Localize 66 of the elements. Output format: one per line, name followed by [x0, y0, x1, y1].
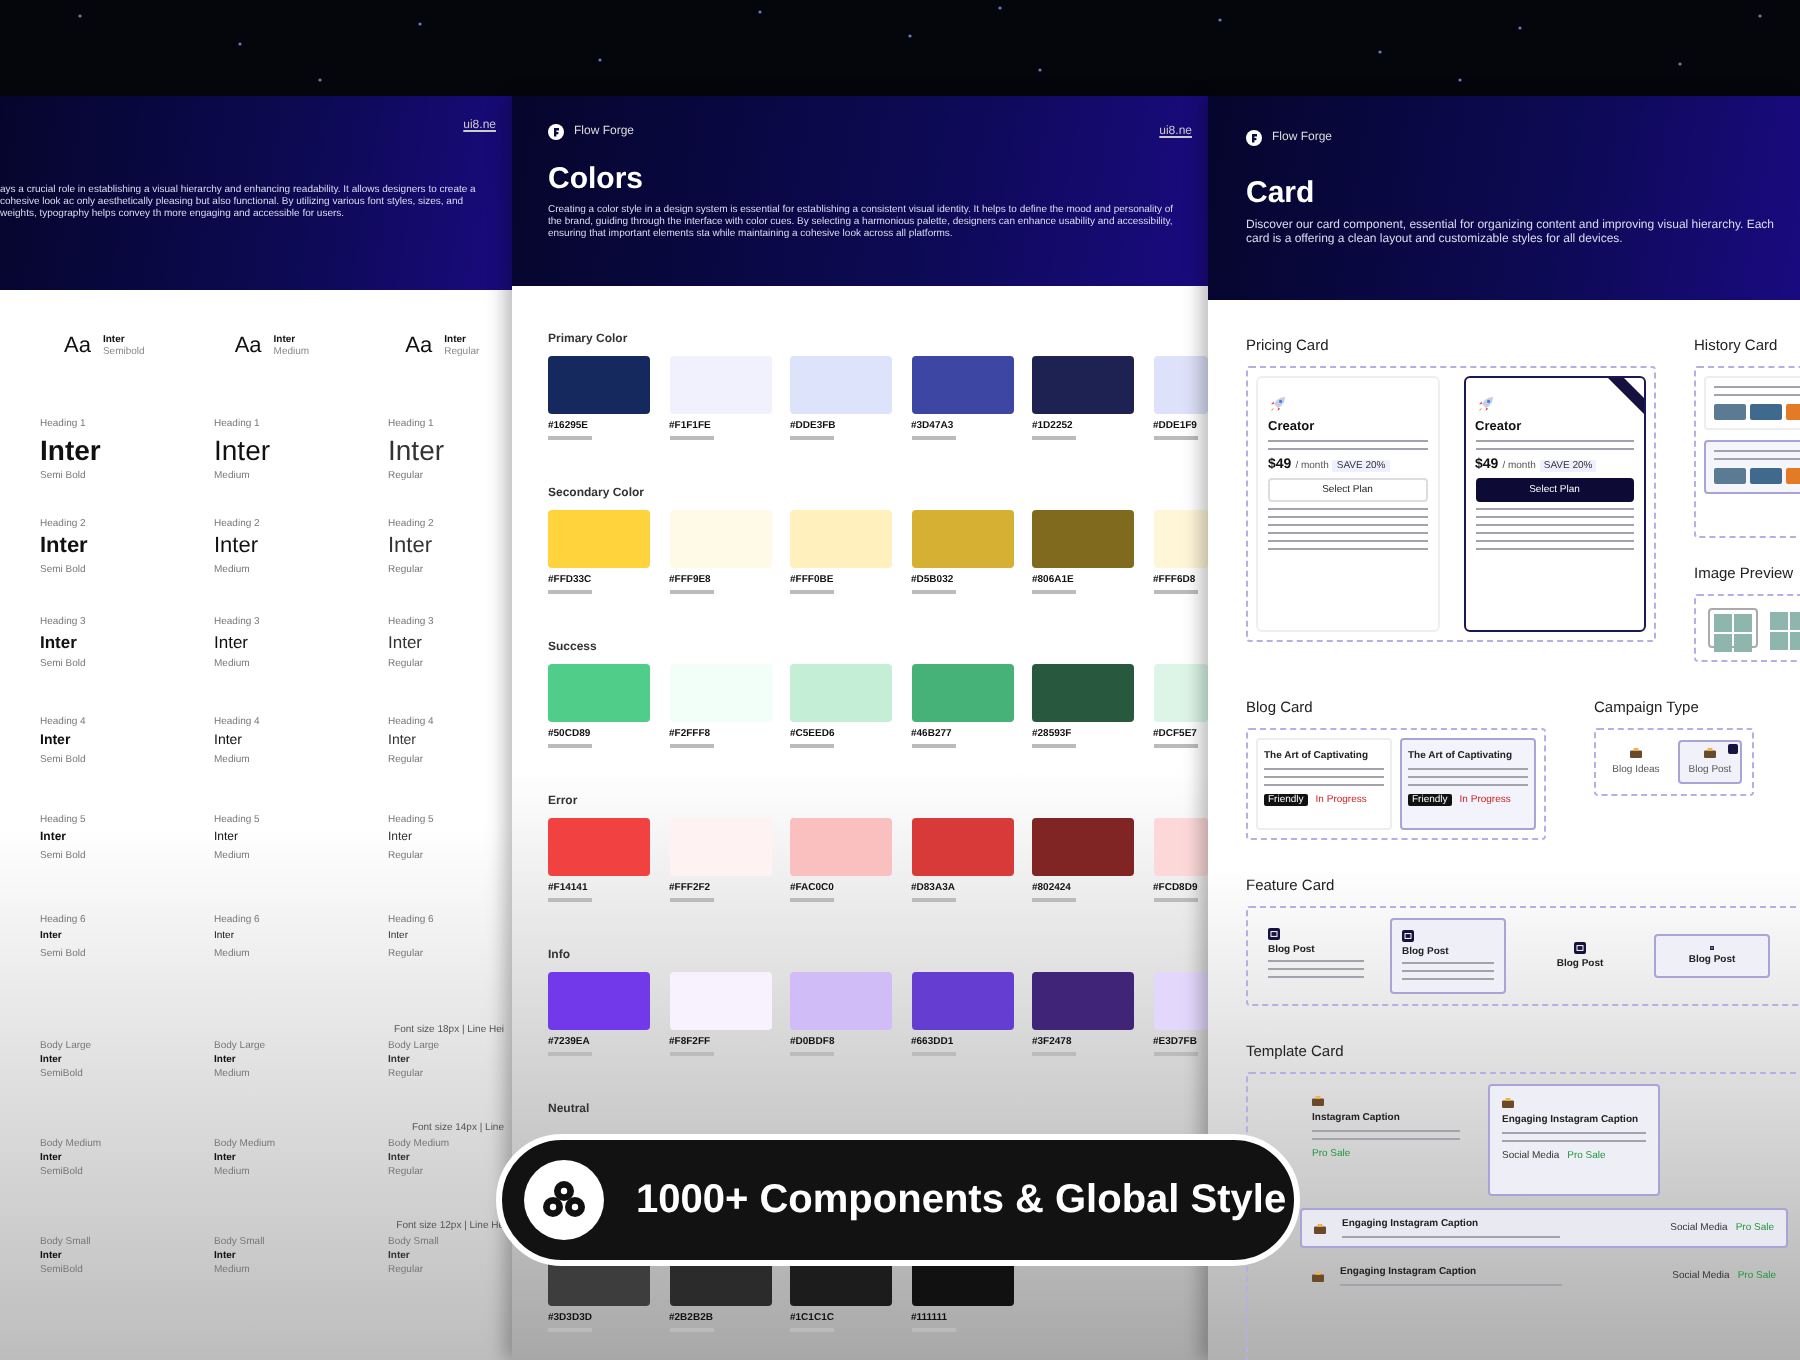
briefcase-icon [1314, 1223, 1326, 1233]
text-placeholder-drawing [1714, 386, 1800, 398]
image-preview-tile[interactable] [1766, 608, 1800, 648]
color-swatch [790, 818, 892, 876]
badge-text: 1000+ Components & Global Style [636, 1177, 1287, 1223]
color-swatch [911, 356, 1013, 414]
rocket-icon [1268, 394, 1288, 414]
briefcase-icon [1630, 748, 1642, 758]
type-sample: Inter [388, 634, 423, 651]
color-swatch [548, 510, 650, 568]
color-swatch [790, 356, 892, 414]
text-placeholder-drawing [1264, 768, 1384, 788]
briefcase-icon [1312, 1096, 1324, 1106]
briefcase-icon [1502, 1098, 1514, 1108]
color-swatch [669, 972, 771, 1030]
rocket-icon [1475, 394, 1495, 414]
document-icon [1402, 930, 1414, 942]
color-swatch [548, 972, 650, 1030]
type-sample: Inter [40, 535, 88, 557]
color-swatch [790, 510, 892, 568]
font-glyph-sample: Aa [64, 334, 91, 358]
type-sample: Inter [214, 634, 249, 651]
color-swatch [1153, 664, 1208, 722]
color-swatch [1153, 356, 1208, 414]
color-swatch [911, 972, 1013, 1030]
color-swatch [1032, 818, 1134, 876]
type-sample: Inter [214, 535, 259, 557]
page-title: Card [1246, 178, 1317, 208]
color-swatch [1153, 818, 1208, 876]
image-thumbnail [1714, 404, 1746, 420]
logo-icon [548, 124, 564, 140]
type-sample: Inter [388, 436, 445, 464]
color-swatch [790, 664, 892, 722]
font-glyph-sample: Aa [405, 334, 433, 358]
document-icon [1574, 942, 1586, 954]
type-sample: Inter [388, 535, 433, 557]
image-thumbnail [1714, 468, 1746, 484]
blob-cluster-icon [542, 1180, 586, 1220]
color-swatch [911, 510, 1013, 568]
color-swatch [548, 664, 650, 722]
page-title: Colors [548, 164, 646, 194]
color-swatch [1032, 510, 1134, 568]
corner-square-icon [1728, 744, 1738, 754]
briefcase-icon [1312, 1271, 1324, 1281]
image-preview-tile[interactable] [1708, 608, 1758, 648]
document-icon [1268, 928, 1280, 940]
color-swatch [548, 818, 650, 876]
text-placeholder-drawing [1714, 450, 1800, 462]
image-thumbnail [1750, 404, 1782, 420]
color-swatch [911, 818, 1013, 876]
font-glyph-sample: Aa [234, 334, 262, 358]
type-sample: Inter [40, 436, 101, 464]
image-thumbnail [1750, 468, 1782, 484]
color-swatch [1032, 972, 1134, 1030]
type-sample: Inter [214, 436, 271, 464]
color-swatch [790, 972, 892, 1030]
color-swatch [1032, 664, 1134, 722]
color-swatch [1153, 510, 1208, 568]
logo-icon [1246, 130, 1262, 146]
color-swatch [911, 664, 1013, 722]
color-swatch [1153, 972, 1208, 1030]
text-placeholder-drawing [1408, 768, 1528, 788]
briefcase-icon [1704, 748, 1716, 758]
type-sample: Inter [40, 634, 77, 651]
color-swatch [1032, 356, 1134, 414]
color-swatch [548, 356, 650, 414]
